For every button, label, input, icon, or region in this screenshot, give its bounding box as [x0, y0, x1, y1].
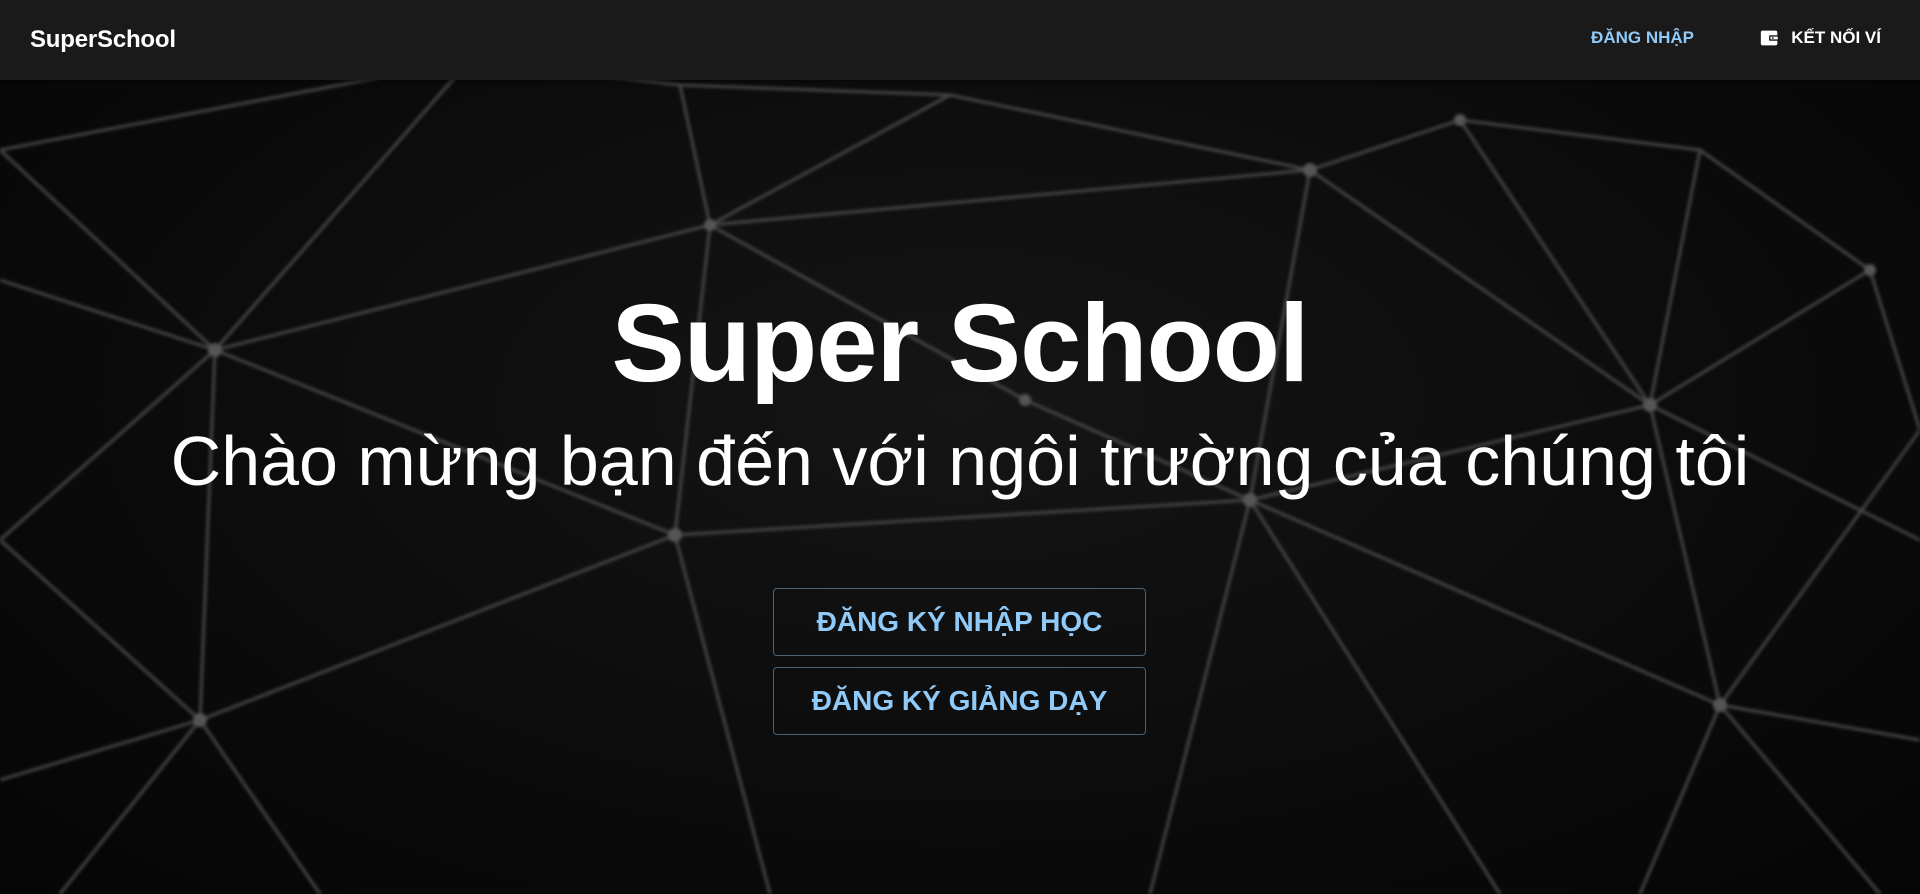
- connect-wallet-button[interactable]: KẾT NỐI VÍ: [1759, 27, 1881, 49]
- register-teacher-button[interactable]: ĐĂNG KÝ GIẢNG DẠY: [773, 667, 1146, 735]
- wallet-icon: [1761, 30, 1780, 46]
- brand-logo-text[interactable]: SuperSchool: [30, 26, 176, 54]
- hero-section: Super School Chào mừng bạn đến với ngôi …: [0, 80, 1920, 894]
- hero-subtitle: Chào mừng bạn đến với ngôi trường của ch…: [170, 422, 1750, 500]
- enroll-student-button[interactable]: ĐĂNG KÝ NHẬP HỌC: [773, 588, 1146, 656]
- connect-wallet-label: KẾT NỐI VÍ: [1791, 28, 1881, 47]
- hero-title: Super School: [611, 282, 1310, 405]
- landing-page: SuperSchool ĐĂNG NHẬP KẾT NỐI VÍ Super S…: [0, 0, 1920, 894]
- top-app-bar: SuperSchool ĐĂNG NHẬP KẾT NỐI VÍ: [0, 0, 1920, 80]
- login-button[interactable]: ĐĂNG NHẬP: [1591, 28, 1694, 48]
